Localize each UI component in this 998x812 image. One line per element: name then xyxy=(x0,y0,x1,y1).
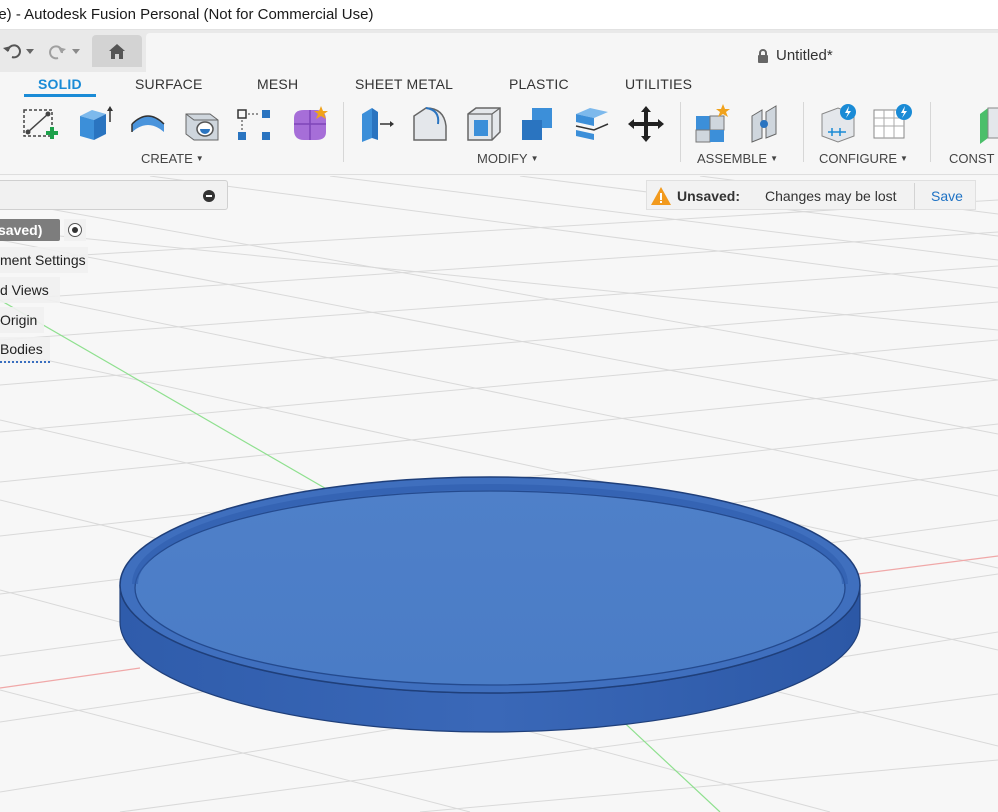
joint-button[interactable] xyxy=(744,102,788,146)
redo-icon xyxy=(49,45,80,60)
fillet-icon xyxy=(413,107,447,141)
construct-group-label[interactable]: CONST xyxy=(949,151,995,166)
browser-item-named-views[interactable]: d Views xyxy=(0,277,60,303)
press-pull-icon xyxy=(362,108,394,142)
ribbon-separator xyxy=(930,102,931,162)
browser-item-bodies[interactable]: Bodies xyxy=(0,337,50,363)
collapse-browser-icon[interactable] xyxy=(203,190,215,202)
disc-body xyxy=(119,476,861,733)
window-title: pe) - Autodesk Fusion Personal (Not for … xyxy=(0,6,374,23)
active-tab-indicator xyxy=(24,94,96,97)
move-icon xyxy=(628,106,664,142)
unsaved-label: Unsaved: xyxy=(677,188,741,204)
form-icon xyxy=(294,106,328,140)
undo-icon xyxy=(3,44,34,59)
radio-selected-icon xyxy=(72,227,78,233)
configuration-table-button[interactable] xyxy=(870,102,914,146)
browser-item-document-settings[interactable]: ment Settings xyxy=(0,247,88,273)
assemble-group-label[interactable]: ASSEMBLE ▼ xyxy=(697,151,778,166)
revolve-icon xyxy=(131,115,165,132)
tab-sheet-metal[interactable]: SHEET METAL xyxy=(355,76,453,92)
lock-icon xyxy=(758,48,768,63)
configure-button[interactable] xyxy=(816,102,860,146)
browser-panel-header xyxy=(0,180,228,210)
document-tab[interactable]: Untitled* xyxy=(146,33,998,72)
move-copy-button[interactable] xyxy=(624,102,668,146)
configure-icon xyxy=(821,104,856,143)
shell-button[interactable] xyxy=(462,102,506,146)
form-button[interactable] xyxy=(288,102,332,146)
configuration-table-icon xyxy=(873,104,912,139)
split-face-button[interactable] xyxy=(570,102,614,146)
warning-icon xyxy=(651,187,671,205)
create-sketch-icon xyxy=(23,109,58,139)
press-pull-button[interactable] xyxy=(354,102,398,146)
tab-utilities[interactable]: UTILITIES xyxy=(625,76,692,92)
ribbon-separator xyxy=(680,102,681,162)
combine-icon xyxy=(522,108,552,140)
undo-button[interactable] xyxy=(0,38,38,64)
tab-plastic[interactable]: PLASTIC xyxy=(509,76,569,92)
browser-root-document[interactable]: saved) xyxy=(0,219,60,241)
create-group-label[interactable]: CREATE ▼ xyxy=(141,151,204,166)
redo-button[interactable] xyxy=(44,38,84,64)
document-title: Untitled* xyxy=(756,47,833,64)
home-icon xyxy=(109,44,125,59)
combine-button[interactable] xyxy=(516,102,560,146)
revolve-button[interactable] xyxy=(126,102,170,146)
document-title-text: Untitled* xyxy=(776,47,833,64)
ribbon-separator xyxy=(803,102,804,162)
tab-mesh[interactable]: MESH xyxy=(257,76,298,92)
fillet-button[interactable] xyxy=(408,102,452,146)
hole-icon xyxy=(185,113,219,141)
modify-group-label[interactable]: MODIFY ▼ xyxy=(477,151,538,166)
notice-divider xyxy=(914,183,915,209)
new-component-button[interactable] xyxy=(690,102,734,146)
toolbar-ribbon: SOLID SURFACE MESH SHEET METAL PLASTIC U… xyxy=(0,72,998,175)
document-tab-strip: Untitled* xyxy=(0,30,998,72)
new-component-icon xyxy=(695,104,730,143)
pattern-button[interactable] xyxy=(232,102,276,146)
unsaved-message: Changes may be lost xyxy=(765,188,897,204)
hole-button[interactable] xyxy=(180,102,224,146)
tab-surface[interactable]: SURFACE xyxy=(135,76,203,92)
joint-icon xyxy=(751,105,777,143)
extrude-button[interactable] xyxy=(72,102,116,146)
offset-plane-icon xyxy=(980,107,998,144)
active-document-radio[interactable] xyxy=(64,219,86,241)
window-title-bar: pe) - Autodesk Fusion Personal (Not for … xyxy=(0,0,998,30)
configure-group-label[interactable]: CONFIGURE ▼ xyxy=(819,151,908,166)
create-sketch-button[interactable] xyxy=(18,102,62,146)
viewport-canvas[interactable] xyxy=(0,176,998,812)
tab-solid[interactable]: SOLID xyxy=(38,76,82,92)
extrude-icon xyxy=(80,106,113,140)
rectangular-pattern-icon xyxy=(237,109,270,140)
ribbon-separator xyxy=(343,102,344,162)
offset-plane-button[interactable] xyxy=(970,102,998,146)
save-link[interactable]: Save xyxy=(931,188,963,204)
workspace-tabs: SOLID SURFACE MESH SHEET METAL PLASTIC U… xyxy=(0,72,998,98)
shell-icon xyxy=(467,107,501,141)
home-tab[interactable] xyxy=(92,35,142,67)
browser-item-origin[interactable]: Origin xyxy=(0,307,44,333)
split-face-icon xyxy=(575,108,609,140)
unsaved-notice: Unsaved: Changes may be lost Save xyxy=(646,180,976,210)
